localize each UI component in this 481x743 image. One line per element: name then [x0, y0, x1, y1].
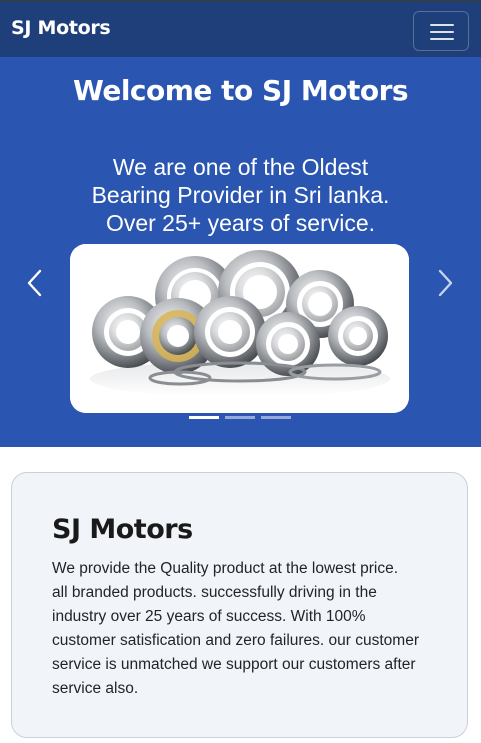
carousel-next-button[interactable]: [430, 263, 460, 303]
hero-subtitle-line: We are one of the Oldest: [112, 154, 369, 180]
about-text: We provide the Quality product at the lo…: [52, 557, 442, 701]
hero-subtitle-line: Over 25+ years of service.: [105, 210, 376, 236]
carousel-prev-button[interactable]: [20, 263, 50, 303]
brand-link[interactable]: SJ Motors: [11, 17, 111, 39]
carousel-indicator-2[interactable]: [225, 416, 255, 419]
navbar: SJ Motors: [0, 0, 481, 57]
carousel-indicator-1[interactable]: [189, 416, 219, 419]
navbar-toggler-button[interactable]: [413, 11, 469, 51]
about-text-line: service is unmatched we support our cust…: [52, 656, 416, 673]
hero-subtitle: We are one of the Oldest Bearing Provide…: [40, 153, 441, 237]
about-card: SJ Motors We provide the Quality product…: [11, 472, 468, 738]
about-title: SJ Motors: [52, 514, 193, 545]
about-text-line: We provide the Quality product at the lo…: [52, 560, 399, 577]
hero-title: Welcome to SJ Motors: [72, 74, 409, 107]
carousel-indicators: [0, 416, 481, 420]
hamburger-menu-icon: [430, 24, 454, 26]
chevron-right-icon: [438, 269, 453, 297]
about-text-line: all branded products. successfully drivi…: [52, 584, 377, 601]
hero-subtitle-line: Bearing Provider in Sri lanka.: [91, 182, 390, 208]
about-text-line: service also.: [52, 680, 139, 697]
hero-carousel: Welcome to SJ Motors We are one of the O…: [0, 57, 481, 447]
about-text-line: customer satisfication and zero failures…: [52, 632, 419, 649]
hamburger-menu-icon-bar: [430, 38, 454, 40]
about-text-line: industry over 25 years of success. With …: [52, 608, 366, 625]
chevron-left-icon: [27, 269, 42, 297]
hamburger-menu-icon-bar: [430, 31, 454, 33]
bearings-photo: [70, 244, 409, 413]
carousel-indicator-3[interactable]: [261, 416, 291, 419]
